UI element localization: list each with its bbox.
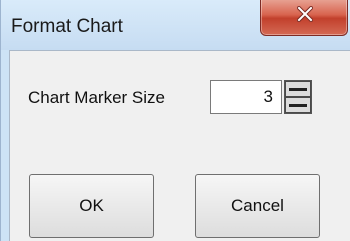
spin-down-button[interactable] bbox=[285, 97, 311, 113]
marker-size-label: Chart Marker Size bbox=[28, 88, 165, 107]
marker-size-spinner bbox=[284, 80, 312, 114]
spin-up-button[interactable] bbox=[285, 81, 311, 97]
window-title: Format Chart bbox=[11, 16, 123, 37]
close-button[interactable] bbox=[260, 0, 348, 36]
spin-up-icon bbox=[289, 88, 307, 91]
cancel-button[interactable]: Cancel bbox=[195, 174, 320, 238]
dialog-body: Chart Marker Size OK Cancel bbox=[9, 50, 350, 241]
ok-button[interactable]: OK bbox=[29, 174, 154, 238]
format-chart-dialog: Format Chart Chart Marker Size OK Cancel bbox=[0, 0, 350, 241]
close-x-icon bbox=[297, 6, 313, 22]
title-bar[interactable]: Format Chart bbox=[1, 0, 350, 50]
spin-down-icon bbox=[289, 104, 307, 107]
marker-size-input[interactable] bbox=[210, 80, 282, 114]
